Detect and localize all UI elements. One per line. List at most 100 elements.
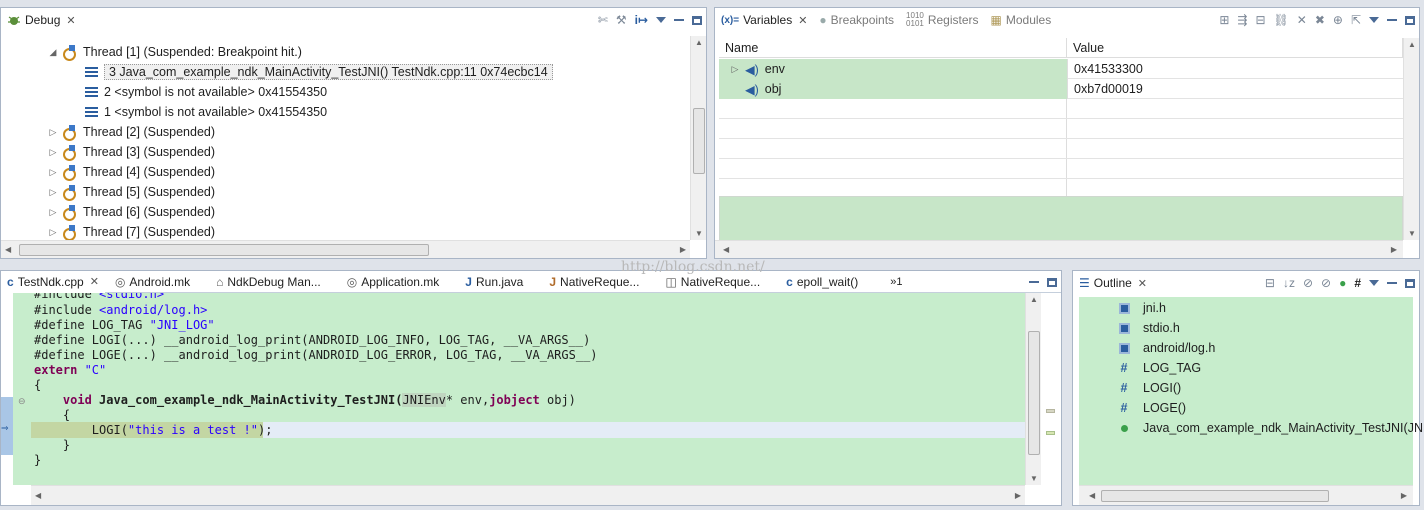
hide-static-icon[interactable]: ⊘ — [1321, 277, 1331, 289]
tab-outline[interactable]: ☰ Outline ✕ — [1073, 271, 1153, 295]
minimize-icon[interactable] — [1387, 282, 1397, 284]
scroll-left-icon[interactable]: ◀ — [5, 245, 11, 254]
folding-ruler[interactable]: ⊖ — [13, 293, 31, 485]
scroll-thumb[interactable] — [1101, 490, 1329, 502]
scroll-left-icon[interactable]: ◀ — [723, 245, 729, 254]
scroll-up-icon[interactable]: ▲ — [1030, 295, 1038, 304]
export-icon[interactable]: ⇱ — [1351, 14, 1361, 26]
maximize-icon[interactable] — [1405, 278, 1415, 288]
thread-row-1[interactable]: ◢ Thread [1] (Suspended: Breakpoint hit.… — [47, 42, 302, 62]
scroll-up-icon[interactable]: ▲ — [695, 38, 703, 47]
outline-horizontal-scrollbar[interactable]: ◀ ▶ — [1079, 485, 1413, 505]
tab-debug[interactable]: Debug ✕ — [1, 8, 82, 32]
table-row[interactable]: ▷ ◀) env 0x41533300 — [719, 59, 1403, 79]
expand-arrow-icon[interactable]: ▷ — [47, 167, 59, 178]
scroll-down-icon[interactable]: ▼ — [695, 229, 703, 238]
variables-vertical-scrollbar[interactable]: ▲ ▼ — [1403, 38, 1419, 240]
variable-detail-pane[interactable] — [719, 196, 1403, 246]
close-icon[interactable]: ✕ — [798, 14, 807, 27]
tab-nativerequest-2[interactable]: ◫ NativeReque... — [659, 271, 766, 293]
outline-item-macro[interactable]: # LOGI() — [1117, 378, 1182, 398]
thread-row[interactable]: ▷ Thread [7] (Suspended) — [47, 222, 215, 240]
scroll-left-icon[interactable]: ◀ — [35, 491, 41, 500]
tab-application-mk[interactable]: ◎ Application.mk — [341, 271, 446, 293]
tab-overflow[interactable]: »1 — [884, 271, 908, 293]
hide-non-public-icon[interactable]: ● — [1339, 277, 1346, 289]
thread-row[interactable]: ▷ Thread [4] (Suspended) — [47, 162, 215, 182]
step-filter-icon[interactable]: i↦ — [635, 14, 648, 26]
expand-arrow-icon[interactable]: ▷ — [729, 64, 741, 75]
remove-all-icon[interactable]: ✖ — [1315, 14, 1325, 26]
scroll-up-icon[interactable]: ▲ — [1408, 40, 1416, 49]
scroll-thumb[interactable] — [1028, 331, 1040, 455]
maximize-icon[interactable] — [1405, 15, 1415, 25]
scroll-right-icon[interactable]: ▶ — [680, 245, 686, 254]
expand-arrow-icon[interactable]: ▷ — [47, 147, 59, 158]
collapse-arrow-icon[interactable]: ◢ — [47, 47, 59, 58]
scroll-thumb[interactable] — [19, 244, 429, 256]
scroll-left-icon[interactable]: ◀ — [1089, 491, 1095, 500]
stack-frame-row[interactable]: 1 <symbol is not available> 0x41554350 — [81, 102, 327, 122]
scroll-down-icon[interactable]: ▼ — [1030, 474, 1038, 483]
tab-testndk-cpp[interactable]: c TestNdk.cpp ✕ — [1, 270, 105, 293]
tab-nativerequest-1[interactable]: J NativeReque... — [543, 271, 645, 293]
scroll-down-icon[interactable]: ▼ — [1408, 229, 1416, 238]
tab-android-mk[interactable]: ◎ Android.mk — [109, 271, 196, 293]
editor-horizontal-scrollbar[interactable]: ◀ ▶ — [31, 485, 1025, 505]
minimize-icon[interactable] — [1029, 281, 1039, 283]
scroll-right-icon[interactable]: ▶ — [1015, 491, 1021, 500]
remove-selected-icon[interactable]: ✕ — [1297, 14, 1307, 26]
thread-row[interactable]: ▷ Thread [3] (Suspended) — [47, 142, 215, 162]
outline-item-include[interactable]: stdio.h — [1117, 318, 1180, 338]
close-icon[interactable]: ✕ — [1138, 277, 1147, 290]
thread-row[interactable]: ▷ Thread [6] (Suspended) — [47, 202, 215, 222]
debug-vertical-scrollbar[interactable]: ▲ ▼ — [690, 36, 706, 240]
overview-ruler[interactable] — [1041, 293, 1061, 485]
stack-frame-row[interactable]: 2 <symbol is not available> 0x41554350 — [81, 82, 327, 102]
outline-item-include[interactable]: android/log.h — [1117, 338, 1215, 358]
tab-run-java[interactable]: J Run.java — [459, 271, 529, 293]
editor-vertical-scrollbar[interactable]: ▲ ▼ — [1025, 293, 1041, 485]
add-icon[interactable]: ⊕ — [1333, 14, 1343, 26]
tab-ndkdebug[interactable]: ⌂ NdkDebug Man... — [210, 271, 327, 293]
tab-registers[interactable]: 1010 0101 Registers — [900, 8, 984, 32]
hide-macros-icon[interactable]: # — [1354, 277, 1361, 289]
thread-row[interactable]: ▷ Thread [2] (Suspended) — [47, 122, 215, 142]
tab-breakpoints[interactable]: ● Breakpoints — [813, 8, 900, 32]
tab-modules[interactable]: ▦ Modules — [985, 8, 1058, 32]
outline-item-macro[interactable]: # LOG_TAG — [1117, 358, 1202, 378]
column-header-name[interactable]: Name — [719, 38, 1067, 58]
scroll-right-icon[interactable]: ▶ — [1391, 245, 1397, 254]
collapse-all-icon[interactable]: ⊟ — [1265, 277, 1275, 289]
close-icon[interactable]: ✕ — [66, 14, 75, 27]
remove-all-icon[interactable]: ⚒ — [616, 14, 627, 26]
thread-row[interactable]: ▷ Thread [5] (Suspended) — [47, 182, 215, 202]
column-header-value[interactable]: Value — [1067, 38, 1403, 58]
show-type-names-icon[interactable]: ⊞ — [1219, 14, 1229, 26]
hide-fields-icon[interactable]: ⊘ — [1303, 277, 1313, 289]
outline-item-include[interactable]: jni.h — [1117, 298, 1166, 318]
remove-terminated-icon[interactable]: ✄ — [598, 14, 608, 26]
breakpoint-ruler[interactable]: ⇒ — [1, 293, 13, 485]
tab-epoll-wait[interactable]: c epoll_wait() — [780, 271, 864, 293]
maximize-icon[interactable] — [692, 15, 702, 25]
annotation-marker[interactable] — [1046, 409, 1055, 413]
variables-horizontal-scrollbar[interactable]: ◀ ▶ — [715, 240, 1403, 258]
view-menu-icon[interactable] — [656, 17, 666, 23]
view-menu-icon[interactable] — [1369, 17, 1379, 23]
view-menu-icon[interactable] — [1369, 280, 1379, 286]
maximize-icon[interactable] — [1047, 277, 1057, 287]
table-row[interactable]: ◀) obj 0xb7d00019 — [719, 79, 1403, 99]
stack-frame-row[interactable]: 3 Java_com_example_ndk_MainActivity_Test… — [81, 62, 553, 82]
code-editor[interactable]: #include <stdio.h> #include <android/log… — [31, 293, 1025, 485]
outline-item-function[interactable]: Java_com_example_ndk_MainActivity_TestJN… — [1117, 418, 1424, 438]
tab-variables[interactable]: (x)= Variables ✕ — [715, 8, 813, 32]
outline-item-macro[interactable]: # LOGE() — [1117, 398, 1187, 418]
collapse-all-icon[interactable]: ⊟ — [1255, 14, 1265, 26]
expand-arrow-icon[interactable]: ▷ — [47, 207, 59, 218]
scroll-thumb[interactable] — [693, 108, 705, 174]
remove-icon[interactable]: ⛓ — [1274, 14, 1289, 26]
show-logical-structure-icon[interactable]: ⇶ — [1237, 14, 1247, 26]
debug-horizontal-scrollbar[interactable]: ◀ ▶ — [1, 240, 690, 258]
expand-arrow-icon[interactable]: ▷ — [47, 227, 59, 238]
